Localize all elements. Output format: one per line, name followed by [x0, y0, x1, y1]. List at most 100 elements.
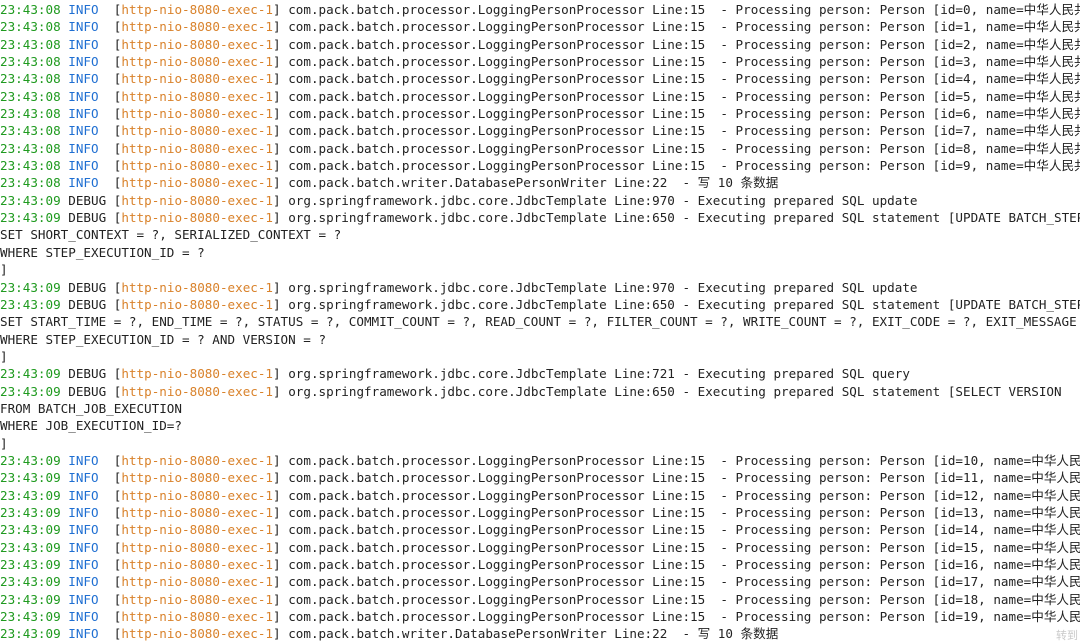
log-line: 23:43:08 INFO [http-nio-8080-exec-1] com… — [0, 1, 1080, 18]
log-level: INFO — [68, 452, 107, 468]
log-message: com.pack.batch.processor.LoggingPersonPr… — [288, 140, 1080, 156]
log-continuation-line: SET START_TIME = ?, END_TIME = ?, STATUS… — [0, 313, 1080, 330]
log-timestamp: 23:43:09 — [0, 452, 61, 468]
log-message: com.pack.batch.processor.LoggingPersonPr… — [288, 470, 1080, 486]
log-level: DEBUG — [68, 296, 107, 312]
log-message: com.pack.batch.processor.LoggingPersonPr… — [288, 591, 1080, 607]
log-level: INFO — [68, 140, 107, 156]
log-timestamp: 23:43:09 — [0, 557, 61, 572]
log-level: INFO — [68, 591, 107, 607]
log-line: 23:43:09 INFO [http-nio-8080-exec-1] com… — [0, 504, 1080, 521]
log-message: com.pack.batch.writer.DatabasePersonWrit… — [288, 175, 779, 191]
log-line: 23:43:08 INFO [http-nio-8080-exec-1] com… — [0, 122, 1080, 139]
log-timestamp: 23:43:09 — [0, 279, 61, 295]
log-level: DEBUG — [68, 383, 107, 399]
log-level: INFO — [68, 88, 107, 104]
sql-text: SET SHORT_CONTEXT = ?, SERIALIZED_CONTEX… — [0, 227, 342, 243]
log-continuation-line: WHERE STEP_EXECUTION_ID = ? — [0, 244, 1080, 261]
log-message: org.springframework.jdbc.core.JdbcTempla… — [288, 210, 1080, 226]
log-timestamp: 23:43:09 — [0, 210, 61, 226]
log-continuation-line: ] — [0, 435, 1080, 452]
log-continuation-line: SET SHORT_CONTEXT = ?, SERIALIZED_CONTEX… — [0, 226, 1080, 243]
log-level: INFO — [68, 626, 107, 642]
log-timestamp: 23:43:08 — [0, 123, 61, 139]
log-message: com.pack.batch.processor.LoggingPersonPr… — [288, 2, 1080, 17]
log-thread: http-nio-8080-exec-1 — [121, 54, 274, 70]
log-level: INFO — [68, 574, 107, 590]
log-line: 23:43:09 DEBUG [http-nio-8080-exec-1] or… — [0, 209, 1080, 226]
log-timestamp: 23:43:09 — [0, 504, 61, 520]
log-message: com.pack.batch.processor.LoggingPersonPr… — [288, 36, 1080, 52]
console-output[interactable]: 23:43:08 INFO [http-nio-8080-exec-1] com… — [0, 0, 1080, 643]
log-line: 23:43:08 INFO [http-nio-8080-exec-1] com… — [0, 157, 1080, 174]
log-message: com.pack.batch.processor.LoggingPersonPr… — [288, 539, 1080, 555]
log-thread: http-nio-8080-exec-1 — [121, 591, 274, 607]
log-level: INFO — [68, 539, 107, 555]
log-timestamp: 23:43:08 — [0, 71, 61, 87]
log-thread: http-nio-8080-exec-1 — [121, 140, 274, 156]
log-line: 23:43:09 INFO [http-nio-8080-exec-1] com… — [0, 487, 1080, 504]
log-line: 23:43:08 INFO [http-nio-8080-exec-1] com… — [0, 88, 1080, 105]
log-level: INFO — [68, 470, 107, 486]
log-timestamp: 23:43:09 — [0, 366, 61, 382]
log-line: 23:43:09 DEBUG [http-nio-8080-exec-1] or… — [0, 279, 918, 295]
log-line: 23:43:08 INFO [http-nio-8080-exec-1] com… — [0, 36, 1080, 53]
log-level: INFO — [68, 36, 107, 52]
sql-text: SET START_TIME = ?, END_TIME = ?, STATUS… — [0, 314, 1080, 330]
sql-text: WHERE JOB_EXECUTION_ID=? — [0, 418, 182, 434]
log-line: 23:43:08 INFO [http-nio-8080-exec-1] com… — [0, 140, 1080, 157]
log-thread: http-nio-8080-exec-1 — [121, 71, 274, 87]
log-thread: http-nio-8080-exec-1 — [121, 106, 274, 122]
log-thread: http-nio-8080-exec-1 — [121, 123, 274, 139]
log-timestamp: 23:43:09 — [0, 522, 61, 538]
log-line: 23:43:09 INFO [http-nio-8080-exec-1] com… — [0, 556, 1080, 573]
log-thread: http-nio-8080-exec-1 — [121, 487, 274, 503]
log-level: INFO — [68, 54, 107, 70]
log-message: com.pack.batch.processor.LoggingPersonPr… — [288, 522, 1080, 538]
log-level: DEBUG — [68, 279, 107, 295]
sql-text: ] — [0, 262, 8, 278]
log-level: INFO — [68, 19, 107, 35]
log-line: 23:43:08 INFO [http-nio-8080-exec-1] com… — [0, 105, 1080, 122]
sql-text: WHERE STEP_EXECUTION_ID = ? — [0, 244, 205, 260]
log-thread: http-nio-8080-exec-1 — [121, 36, 274, 52]
log-timestamp: 23:43:09 — [0, 574, 61, 590]
sql-text: ] — [0, 435, 8, 451]
log-thread: http-nio-8080-exec-1 — [121, 574, 274, 590]
log-timestamp: 23:43:09 — [0, 470, 61, 486]
log-level: INFO — [68, 71, 107, 87]
log-line: 23:43:09 INFO [http-nio-8080-exec-1] com… — [0, 626, 779, 642]
log-line: 23:43:09 DEBUG [http-nio-8080-exec-1] or… — [0, 192, 918, 208]
log-level: INFO — [68, 504, 107, 520]
log-line: 23:43:08 INFO [http-nio-8080-exec-1] com… — [0, 53, 1080, 70]
log-continuation-line: WHERE JOB_EXECUTION_ID=? — [0, 417, 1080, 434]
log-line: 23:43:09 INFO [http-nio-8080-exec-1] com… — [0, 573, 1080, 590]
log-thread: http-nio-8080-exec-1 — [121, 210, 274, 226]
log-message: org.springframework.jdbc.core.JdbcTempla… — [288, 366, 910, 382]
log-message: com.pack.batch.processor.LoggingPersonPr… — [288, 504, 1080, 520]
log-thread: http-nio-8080-exec-1 — [121, 19, 274, 35]
log-level: INFO — [68, 106, 107, 122]
log-line: 23:43:09 INFO [http-nio-8080-exec-1] com… — [0, 539, 1080, 556]
log-level: INFO — [68, 2, 107, 17]
log-continuation-line: ] — [0, 348, 1080, 365]
log-line: 23:43:09 INFO [http-nio-8080-exec-1] com… — [0, 452, 1080, 469]
log-line: 23:43:09 INFO [http-nio-8080-exec-1] com… — [0, 591, 1080, 608]
log-line: 23:43:08 INFO [http-nio-8080-exec-1] com… — [0, 175, 779, 191]
log-message: com.pack.batch.processor.LoggingPersonPr… — [288, 106, 1080, 122]
log-level: INFO — [68, 522, 107, 538]
log-level: INFO — [68, 158, 107, 174]
log-message: com.pack.batch.writer.DatabasePersonWrit… — [288, 626, 779, 642]
log-line: 23:43:09 DEBUG [http-nio-8080-exec-1] or… — [0, 383, 1062, 399]
log-lines: 23:43:08 INFO [http-nio-8080-exec-1] com… — [0, 1, 1080, 643]
log-continuation-line: FROM BATCH_JOB_EXECUTION — [0, 400, 1080, 417]
log-timestamp: 23:43:08 — [0, 19, 61, 35]
log-message: com.pack.batch.processor.LoggingPersonPr… — [288, 71, 1080, 87]
log-timestamp: 23:43:08 — [0, 140, 61, 156]
log-thread: http-nio-8080-exec-1 — [121, 470, 274, 486]
log-timestamp: 23:43:09 — [0, 609, 61, 625]
log-timestamp: 23:43:09 — [0, 591, 61, 607]
log-message: org.springframework.jdbc.core.JdbcTempla… — [288, 296, 1080, 312]
log-message: com.pack.batch.processor.LoggingPersonPr… — [288, 487, 1080, 503]
log-message: com.pack.batch.processor.LoggingPersonPr… — [288, 123, 1080, 139]
